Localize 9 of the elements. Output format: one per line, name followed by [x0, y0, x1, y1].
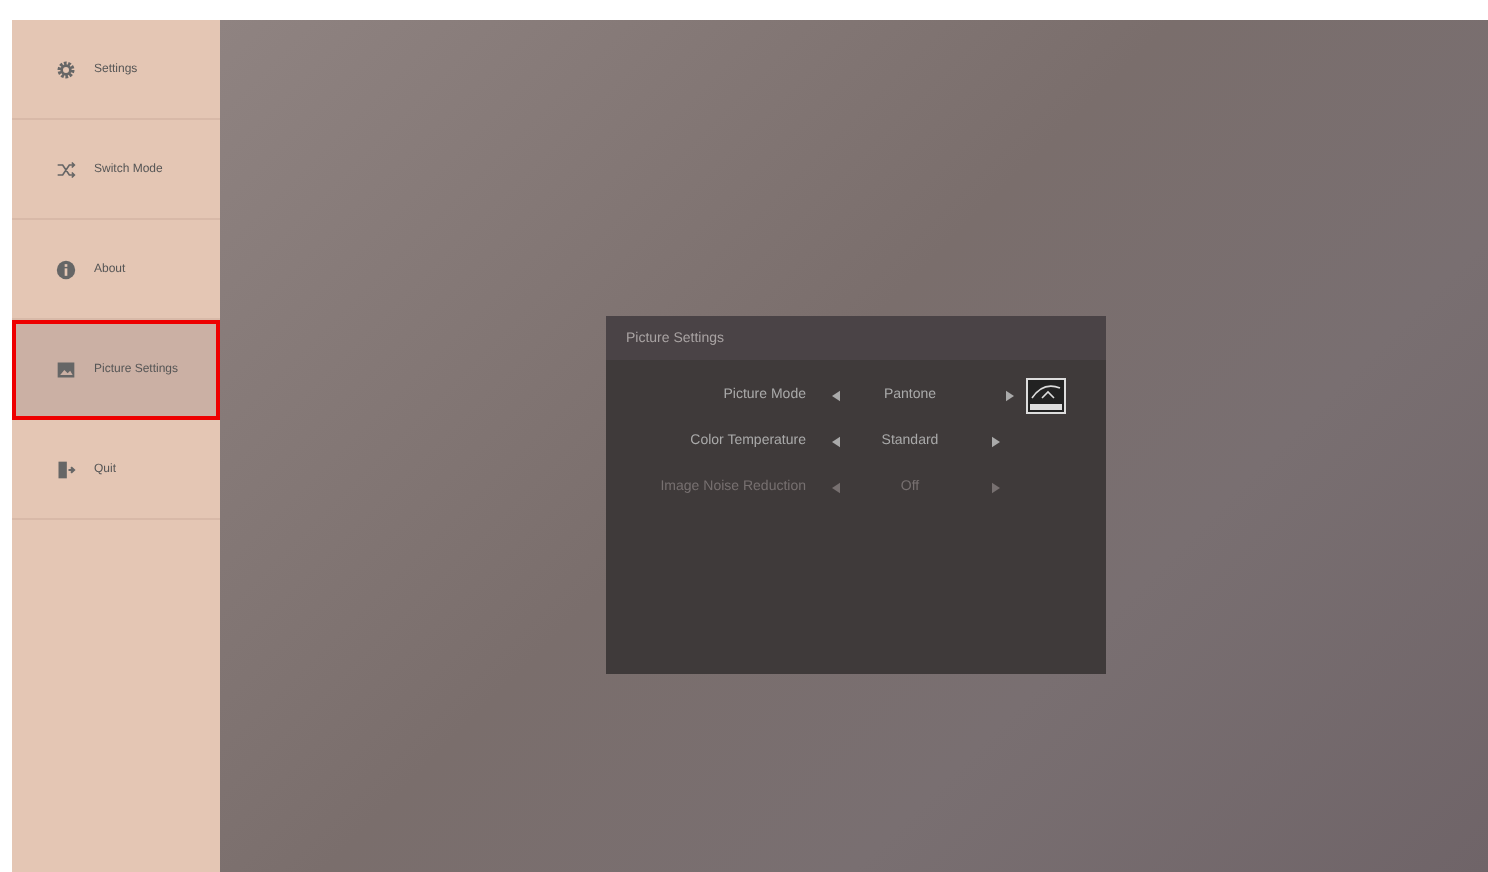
right-arrow-icon[interactable]: [992, 435, 1000, 447]
exit-icon: [56, 459, 76, 479]
info-icon: [56, 259, 76, 279]
right-arrow-icon[interactable]: [1006, 389, 1014, 401]
image-icon: [56, 360, 76, 380]
left-arrow-icon[interactable]: [832, 435, 840, 447]
left-arrow-icon[interactable]: [832, 389, 840, 401]
gear-icon: [56, 59, 76, 79]
swap-arrows-icon: [56, 159, 76, 179]
